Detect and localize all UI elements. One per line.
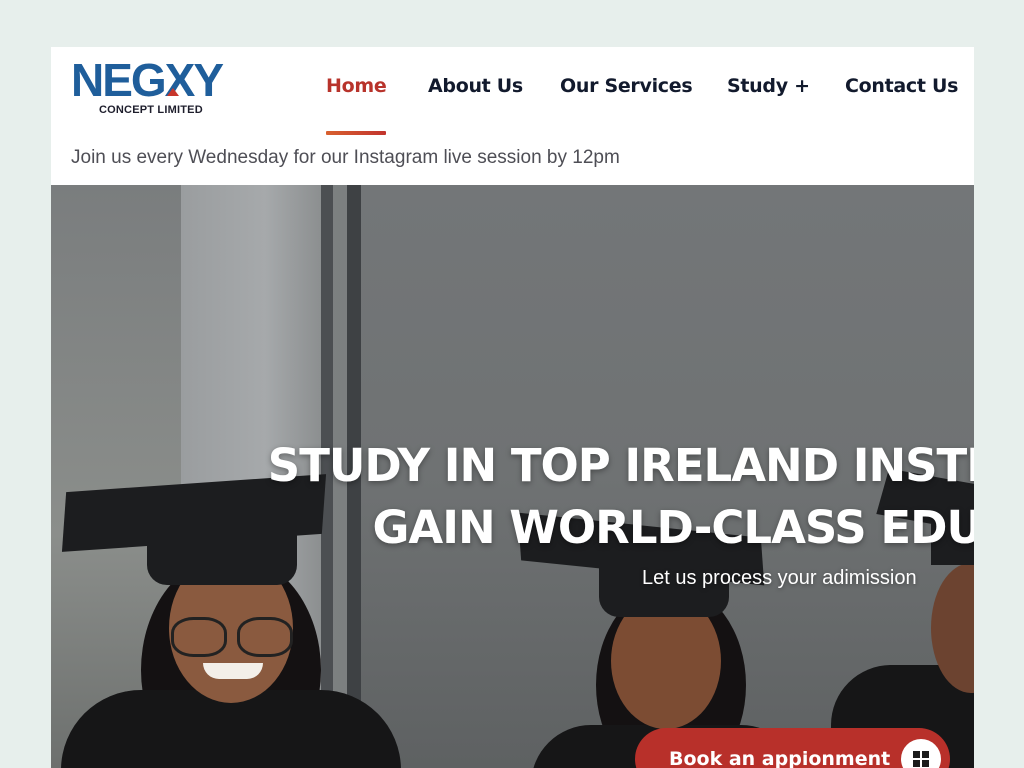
grid-icon (901, 739, 941, 768)
nav-home[interactable]: Home (326, 75, 387, 97)
page-frame: NEGXY CONCEPT LIMITED Home About Us Our … (51, 47, 974, 768)
logo-subtext: CONCEPT LIMITED (99, 104, 203, 116)
hero-subtitle: Let us process your adimission (642, 567, 917, 589)
logo-accent-mark (167, 88, 179, 96)
book-appointment-button[interactable]: Book an appionment (635, 728, 950, 768)
hero-title-line-2: GAIN WORLD-CLASS EDU (372, 501, 974, 554)
logo[interactable]: NEGXY CONCEPT LIMITED (71, 57, 231, 119)
hero-banner: STUDY IN TOP IRELAND INSTI GAIN WORLD-CL… (51, 185, 974, 768)
book-appointment-label: Book an appionment (669, 748, 891, 768)
nav-our-services[interactable]: Our Services (560, 75, 693, 97)
site-header: NEGXY CONCEPT LIMITED Home About Us Our … (51, 47, 974, 185)
nav-about-us[interactable]: About Us (428, 75, 523, 97)
nav-study[interactable]: Study + (727, 75, 810, 97)
nav-active-indicator (326, 131, 386, 135)
hero-title: STUDY IN TOP IRELAND INSTI GAIN WORLD-CL… (268, 435, 974, 559)
logo-wordmark: NEGXY (71, 54, 224, 106)
nav-contact-us[interactable]: Contact Us (845, 75, 958, 97)
announcement-text: Join us every Wednesday for our Instagra… (71, 147, 620, 168)
hero-title-line-1: STUDY IN TOP IRELAND INSTI (267, 439, 974, 492)
